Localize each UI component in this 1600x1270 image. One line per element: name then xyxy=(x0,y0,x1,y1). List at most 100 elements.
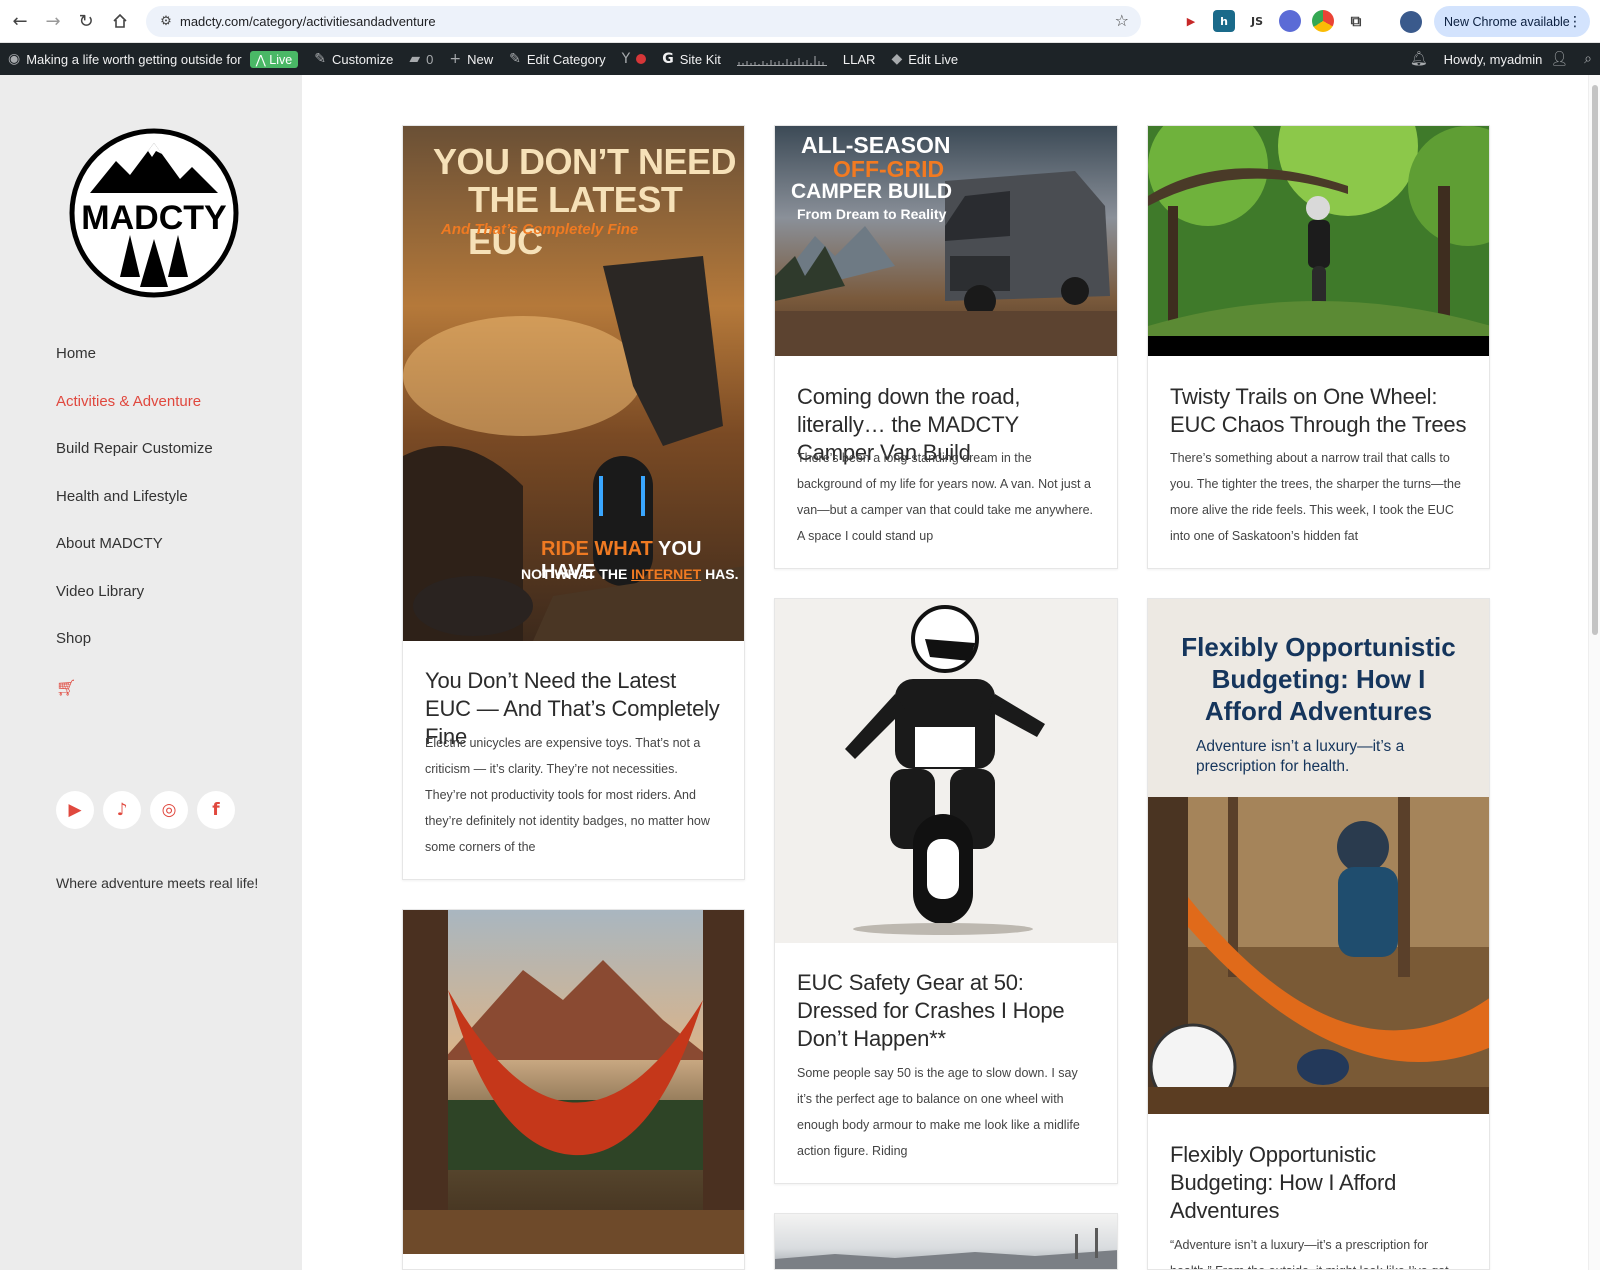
pencil-icon: ✎ xyxy=(509,51,521,67)
post-thumbnail[interactable]: ALL-SEASON OFF-GRID CAMPER BUILD From Dr… xyxy=(775,126,1117,356)
stats-sparkline[interactable] xyxy=(729,43,835,75)
hammock-illustration xyxy=(403,910,744,1254)
tiktok-icon[interactable]: ♪ xyxy=(103,791,141,829)
image-headline-1: You Don’t Need xyxy=(433,141,737,182)
bookmark-star-icon[interactable]: ☆ xyxy=(1115,11,1129,30)
madcty-logo[interactable]: MADCTY xyxy=(68,127,240,299)
image-subheadline: And That’s Completely Fine xyxy=(441,221,639,238)
edit-category-link[interactable]: ✎ Edit Category xyxy=(501,43,614,75)
instagram-icon[interactable]: ◎ xyxy=(150,791,188,829)
comments-count: 0 xyxy=(426,51,434,67)
post-thumbnail[interactable]: Flexibly Opportunistic Budgeting: How I … xyxy=(1148,599,1489,1114)
menu-item-build-repair-customize[interactable]: Build Repair Customize xyxy=(56,440,213,488)
logo-text: MADCTY xyxy=(81,199,227,237)
new-chrome-available-button[interactable]: New Chrome available ⋮ xyxy=(1434,6,1590,37)
extension-flag-icon[interactable] xyxy=(1279,10,1301,32)
edit-category-label: Edit Category xyxy=(526,51,606,67)
image-footer-1a: RIDE WHAT xyxy=(541,538,653,560)
post-thumbnail[interactable] xyxy=(1148,126,1489,356)
post-card[interactable] xyxy=(774,1213,1118,1270)
home-icon[interactable] xyxy=(104,5,136,37)
image-subheadline: From Dream to Reality xyxy=(797,206,947,222)
reload-icon[interactable]: ↻ xyxy=(70,5,102,37)
menu-dots-icon[interactable]: ⋮ xyxy=(1568,14,1582,30)
post-thumbnail[interactable]: You Don’t Need the Latest EUC And That’s… xyxy=(403,126,744,641)
forward-arrow-icon[interactable]: → xyxy=(37,5,69,37)
scrollbar-thumb[interactable] xyxy=(1592,85,1598,635)
extensions-puzzle-icon[interactable]: ⧉ xyxy=(1345,10,1367,32)
hammock-budget-illustration xyxy=(1148,797,1489,1114)
post-excerpt: There’s been a long-standing dream in th… xyxy=(797,451,1093,543)
extension-chrome-icon[interactable] xyxy=(1312,10,1334,32)
post-title[interactable]: Flexibly Opportunistic Budgeting: How I … xyxy=(1170,1141,1471,1225)
youtube-icon[interactable]: ▶ xyxy=(56,791,94,829)
post-card[interactable]: ALL-SEASON OFF-GRID CAMPER BUILD From Dr… xyxy=(774,125,1118,569)
site-settings-icon[interactable]: ⚙ xyxy=(152,14,180,29)
extension-arrow-icon[interactable]: ▶ xyxy=(1180,10,1202,32)
image-footer-2b: INTERNET xyxy=(631,566,702,582)
admin-bar-right: 🔔︎ Howdy, myadmin 👤︎ ⌕ xyxy=(1402,43,1600,75)
post-card[interactable]: You Don’t Need the Latest EUC And That’s… xyxy=(402,125,745,880)
llar-link[interactable]: LLAR xyxy=(835,43,884,75)
image-headline-1: ALL-SEASON xyxy=(801,132,951,158)
address-bar[interactable]: ⚙ madcty.com/category/activitiesandadven… xyxy=(146,6,1141,37)
back-arrow-icon[interactable]: ← xyxy=(4,5,36,37)
extension-js-icon[interactable]: JS xyxy=(1246,10,1268,32)
browser-toolbar: ← → ↻ ⚙ madcty.com/category/activitiesan… xyxy=(0,0,1600,43)
site-kit-label: Site Kit xyxy=(679,51,721,67)
site-name-link[interactable]: ◉ Making a life worth getting outside fo… xyxy=(0,43,306,75)
yoast-icon: Y xyxy=(621,51,631,67)
my-account-link[interactable]: Howdy, myadmin 👤︎ xyxy=(1436,43,1577,75)
site-name: Making a life worth getting outside for xyxy=(26,51,242,67)
notifications-bell[interactable]: 🔔︎ xyxy=(1402,43,1436,75)
menu-item-about[interactable]: About MADCTY xyxy=(56,535,213,583)
site-kit-link[interactable]: G Site Kit xyxy=(654,43,729,75)
post-card[interactable]: Twisty Trails on One Wheel: EUC Chaos Th… xyxy=(1147,125,1490,569)
post-excerpt: Some people say 50 is the age to slow do… xyxy=(797,1066,1080,1158)
customize-label: Customize xyxy=(331,51,394,67)
post-thumbnail[interactable] xyxy=(775,1214,1117,1269)
live-badge[interactable]: ⋀ Live xyxy=(249,50,299,68)
post-card[interactable]: EUC Safety Gear at 50: Dressed for Crash… xyxy=(774,598,1118,1184)
brush-icon: ✎ xyxy=(314,51,326,67)
post-card[interactable] xyxy=(402,909,745,1270)
post-card[interactable]: Flexibly Opportunistic Budgeting: How I … xyxy=(1147,598,1490,1270)
menu-item-cart[interactable]: 🛒︎ xyxy=(56,678,213,726)
landscape-thumbnail xyxy=(775,1228,1117,1269)
post-thumbnail[interactable] xyxy=(775,599,1117,943)
admin-search[interactable]: ⌕ xyxy=(1576,43,1600,75)
image-footer-2: NOT WHAT THE INTERNET HAS. xyxy=(521,566,739,582)
live-badge-label: Live xyxy=(269,52,293,67)
edit-live-label: Edit Live xyxy=(908,51,959,67)
post-title[interactable]: EUC Safety Gear at 50: Dressed for Crash… xyxy=(797,969,1099,1053)
plus-icon: + xyxy=(449,51,462,67)
menu-item-shop[interactable]: Shop xyxy=(56,630,213,678)
customize-link[interactable]: ✎ Customize xyxy=(306,43,401,75)
image-headline-3: CAMPER BUILD xyxy=(791,180,952,203)
page-scrollbar[interactable] xyxy=(1588,75,1600,1270)
edit-live-link[interactable]: ◆ Edit Live xyxy=(883,43,966,75)
comments-link[interactable]: ▰ 0 xyxy=(401,43,441,75)
camper-van-illustration xyxy=(775,171,1117,356)
menu-item-health-lifestyle[interactable]: Health and Lifestyle xyxy=(56,488,213,536)
menu-item-video-library[interactable]: Video Library xyxy=(56,583,213,631)
post-thumbnail[interactable] xyxy=(403,910,744,1254)
post-title[interactable]: Twisty Trails on One Wheel: EUC Chaos Th… xyxy=(1170,383,1471,439)
post-excerpt: “Adventure isn’t a luxury—it’s a prescri… xyxy=(1170,1238,1449,1269)
new-content-link[interactable]: + New xyxy=(441,43,501,75)
user-avatar-icon: 👤︎ xyxy=(1550,51,1569,67)
site-tagline: Where adventure meets real life! xyxy=(56,875,259,891)
extension-h-icon[interactable]: h xyxy=(1213,10,1235,32)
profile-avatar[interactable] xyxy=(1400,11,1422,33)
facebook-icon[interactable]: f xyxy=(197,791,235,829)
sparkline-graphic xyxy=(736,56,827,66)
dashboard-icon: ◉ xyxy=(8,51,21,67)
main-menu: Home Activities & Adventure Build Repair… xyxy=(56,345,213,725)
forest-trail-illustration xyxy=(1148,126,1489,336)
seo-plugin-link[interactable]: Y xyxy=(614,43,655,75)
new-label: New xyxy=(467,51,494,67)
menu-item-home[interactable]: Home xyxy=(56,345,213,393)
menu-item-activities-adventure[interactable]: Activities & Adventure xyxy=(56,393,213,441)
howdy-label: Howdy, myadmin xyxy=(1443,51,1543,67)
image-subheadline: Adventure isn’t a luxury—it’s a prescrip… xyxy=(1196,738,1405,775)
